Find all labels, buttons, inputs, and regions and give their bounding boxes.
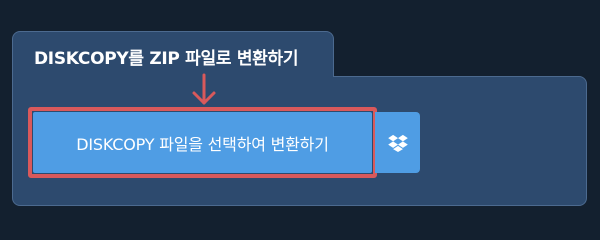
panel-title: DISKCOPY를 ZIP 파일로 변환하기 — [34, 49, 299, 69]
arrow-down-icon — [192, 73, 216, 105]
select-file-button[interactable]: DISKCOPY 파일을 선택하여 변환하기 — [33, 112, 372, 173]
panel-tab-join — [13, 70, 333, 82]
select-file-button-label: DISKCOPY 파일을 선택하여 변환하기 — [76, 134, 329, 154]
dropbox-button[interactable] — [375, 112, 420, 173]
dropbox-icon — [387, 134, 408, 152]
